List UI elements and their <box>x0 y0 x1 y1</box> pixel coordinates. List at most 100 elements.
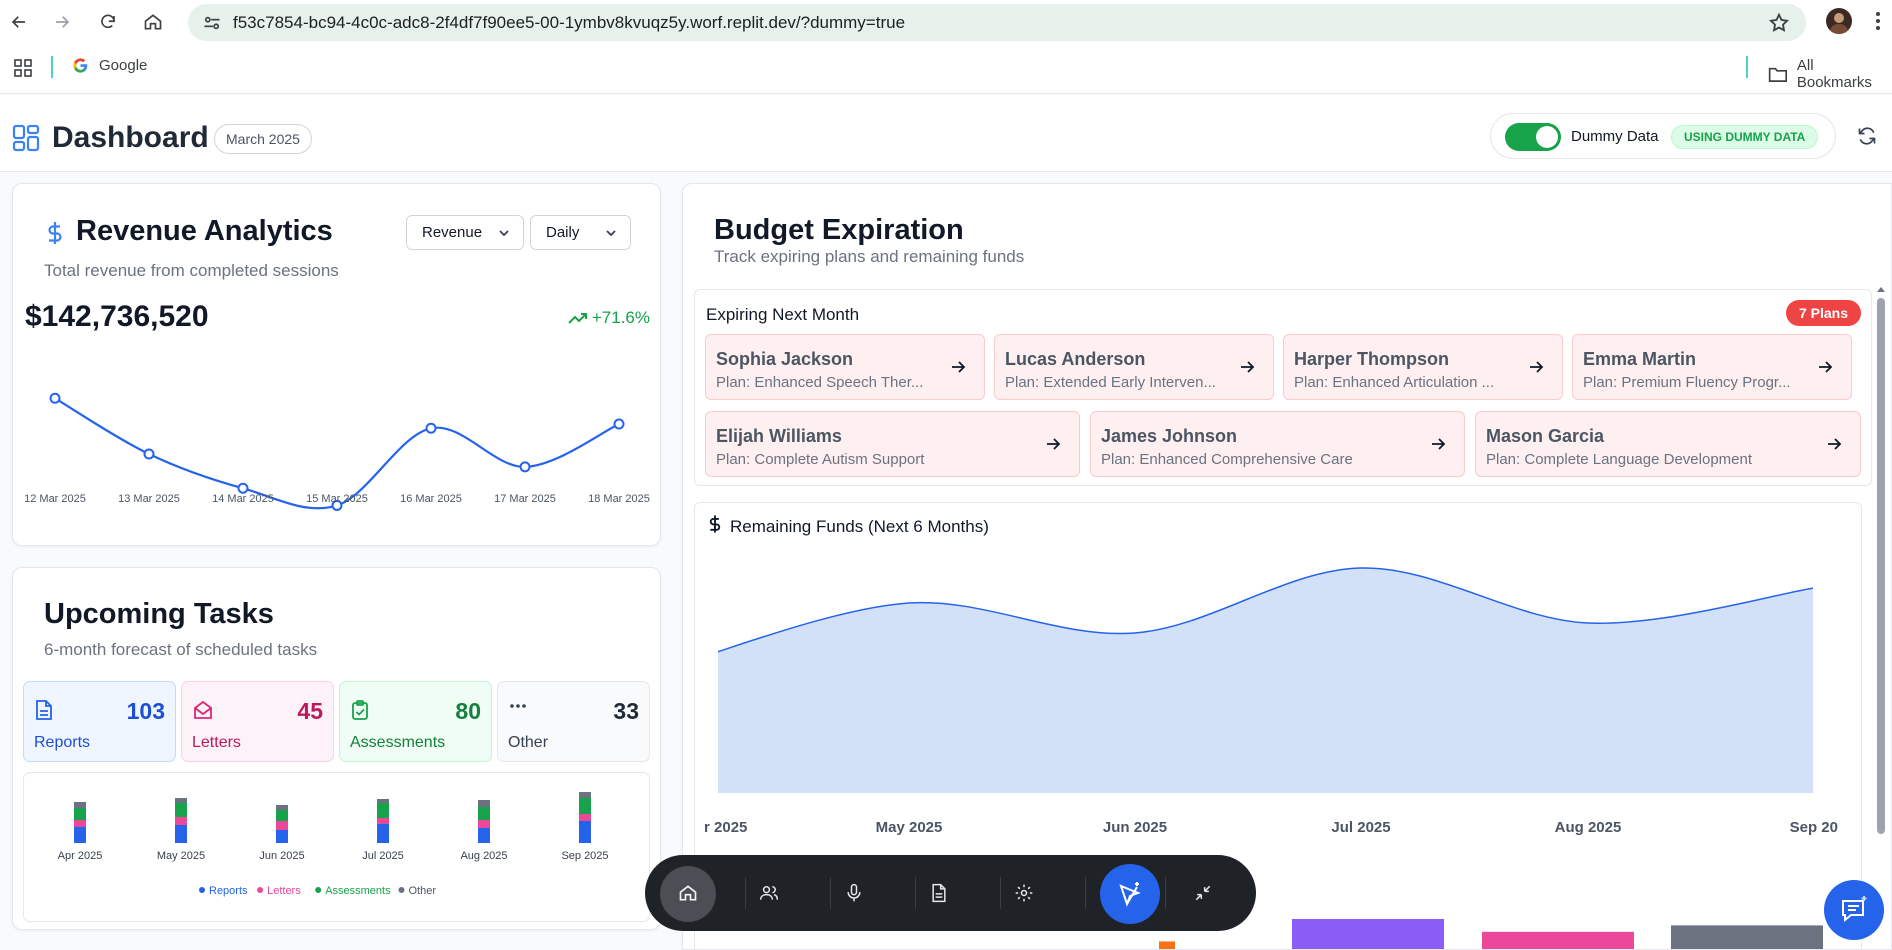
revenue-line <box>54 397 620 510</box>
plan-card[interactable]: Emma Martin Plan: Premium Fluency Progr.… <box>1572 334 1852 400</box>
task-bar-segment <box>377 803 389 818</box>
arrow-right-icon <box>1239 359 1255 380</box>
home-icon[interactable] <box>139 8 167 36</box>
budget-title: Budget Expiration <box>714 214 964 246</box>
dummy-data-control: Dummy Data USING DUMMY DATA <box>1490 113 1836 159</box>
address-bar[interactable]: f53c7854-bc94-4c0c-adc8-2f4df7f90ee5-00-… <box>188 4 1806 41</box>
budget-subtitle: Track expiring plans and remaining funds <box>714 247 1025 266</box>
task-x-tick: May 2025 <box>157 850 205 862</box>
task-bar-segment <box>276 830 288 843</box>
funds-x-tick: Jul 2025 <box>1331 819 1390 836</box>
upcoming-tasks-card: Upcoming Tasks 6-month forecast of sched… <box>12 567 661 930</box>
stat-other[interactable]: 33 Other <box>497 681 650 762</box>
app-header: Dashboard March 2025 Dummy Data USING DU… <box>0 95 1892 172</box>
browser-chrome: f53c7854-bc94-4c0c-adc8-2f4df7f90ee5-00-… <box>0 0 1892 94</box>
arrow-right-icon <box>1045 436 1061 457</box>
task-bar-segment <box>74 820 86 827</box>
legend-dot <box>257 887 264 893</box>
plan-card[interactable]: Elijah Williams Plan: Complete Autism Su… <box>705 411 1080 477</box>
revenue-point <box>143 448 155 460</box>
plan-card[interactable]: Lucas Anderson Plan: Extended Early Inte… <box>994 334 1274 400</box>
legend-dot <box>199 887 205 893</box>
refresh-icon[interactable] <box>1857 126 1877 151</box>
task-bar-segment <box>276 821 288 830</box>
stat-assessments[interactable]: 80 Assessments <box>339 681 492 762</box>
tasks-chart-panel: Apr 2025 May 2025 Jun 2025 Jul 2025 Aug 2025… <box>23 772 650 922</box>
revenue-x-tick: 17 Mar 2025 <box>494 493 556 505</box>
chat-bubble-icon <box>1842 896 1867 923</box>
stat-letters[interactable]: 45 Letters <box>181 681 334 762</box>
funds-area <box>718 567 1813 793</box>
legend-label: Assessments <box>325 885 391 897</box>
task-bar-segment <box>478 800 490 807</box>
back-arrow-icon[interactable] <box>5 8 33 36</box>
page-title: Dashboard <box>52 121 209 154</box>
funds-x-tick: Sep 20 <box>1790 819 1838 836</box>
task-bar-segment <box>74 808 86 820</box>
document-icon[interactable] <box>920 874 958 912</box>
forward-arrow-icon[interactable] <box>48 8 76 36</box>
task-bar-segment <box>478 807 490 820</box>
task-x-tick: Sep 2025 <box>561 850 608 862</box>
funds-x-tick: r 2025 <box>704 819 747 836</box>
revenue-line-chart: 12 Mar 2025 13 Mar 2025 14 Mar 2025 15 Mar … <box>24 392 650 511</box>
site-settings-icon[interactable] <box>202 13 222 38</box>
legend-label: Other <box>409 885 437 897</box>
plan-card[interactable]: Sophia Jackson Plan: Enhanced Speech The… <box>705 334 985 400</box>
task-bar-segment <box>276 810 288 821</box>
lower-bar <box>1482 931 1634 949</box>
funds-x-tick: Jun 2025 <box>1103 819 1167 836</box>
revenue-analytics-card: Revenue Analytics Total revenue from com… <box>12 183 661 546</box>
mail-open-icon <box>193 700 213 725</box>
revenue-point <box>519 461 531 473</box>
revenue-x-tick: 16 Mar 2025 <box>400 493 462 505</box>
task-bar-segment <box>579 792 591 798</box>
task-bar-segment <box>74 802 86 808</box>
minimize-icon[interactable] <box>1184 874 1222 912</box>
folder-icon <box>1768 67 1788 82</box>
dummy-data-badge: USING DUMMY DATA <box>1671 125 1819 149</box>
lower-bar <box>1671 925 1823 949</box>
revenue-x-tick: 13 Mar 2025 <box>118 493 180 505</box>
settings-gear-icon[interactable] <box>1005 874 1043 912</box>
plan-card[interactable]: James Johnson Plan: Enhanced Comprehensi… <box>1090 411 1465 477</box>
revenue-x-tick: 12 Mar 2025 <box>24 493 86 505</box>
reload-icon[interactable] <box>94 8 122 36</box>
profile-avatar[interactable] <box>1826 8 1852 34</box>
expiring-title: Expiring Next Month <box>706 305 860 324</box>
ai-assistant-button[interactable] <box>1100 864 1160 924</box>
home-icon[interactable] <box>669 874 707 912</box>
arrow-right-icon <box>1817 359 1833 380</box>
browser-menu-icon[interactable] <box>1868 8 1888 34</box>
date-badge: March 2025 <box>214 124 312 154</box>
dashboard-grid-icon <box>12 124 40 157</box>
plan-card[interactable]: Mason Garcia Plan: Complete Language Dev… <box>1475 411 1861 477</box>
task-bar-segment <box>377 818 389 824</box>
budget-scrollbar[interactable] <box>1875 284 1887 944</box>
task-bar-segment <box>175 825 187 843</box>
apps-grid-icon[interactable] <box>14 59 32 82</box>
expiring-panel: Expiring Next Month 7 Plans Sophia Jacks… <box>694 289 1872 486</box>
task-bar-segment <box>478 828 490 843</box>
dummy-data-label: Dummy Data <box>1571 128 1659 145</box>
scrollbar-thumb[interactable] <box>1877 298 1885 834</box>
legend-dot <box>398 887 405 893</box>
legend-dot <box>315 887 322 893</box>
task-x-tick: Jul 2025 <box>362 850 404 862</box>
bookmark-divider <box>51 56 53 78</box>
all-bookmarks[interactable]: All Bookmarks <box>1768 57 1892 91</box>
stat-reports[interactable]: 103 Reports <box>23 681 176 762</box>
lower-bar <box>1159 941 1175 949</box>
scroll-up-icon <box>1877 287 1885 292</box>
chat-support-button[interactable] <box>1824 880 1884 940</box>
plan-card[interactable]: Harper Thompson Plan: Enhanced Articulat… <box>1283 334 1563 400</box>
task-bar-segment <box>175 817 187 825</box>
dummy-data-toggle[interactable] <box>1505 123 1561 151</box>
bookmark-google[interactable]: Google <box>72 57 147 74</box>
task-bar-segment <box>276 805 288 810</box>
bookmark-divider-right <box>1746 56 1748 78</box>
bookmark-star-icon[interactable] <box>1768 12 1790 39</box>
users-icon[interactable] <box>750 874 788 912</box>
url-text[interactable]: f53c7854-bc94-4c0c-adc8-2f4df7f90ee5-00-… <box>233 13 905 33</box>
microphone-icon[interactable] <box>835 874 873 912</box>
